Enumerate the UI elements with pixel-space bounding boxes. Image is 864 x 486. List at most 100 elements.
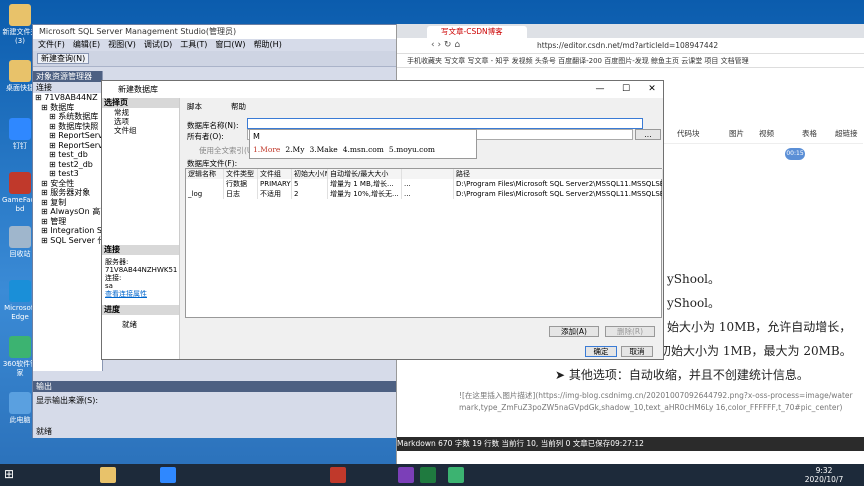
ime-candidate[interactable]: 3.Make (309, 145, 337, 154)
menu-item[interactable]: 编辑(E) (73, 39, 100, 51)
tree-node[interactable]: ⊞ 数据库 (33, 103, 102, 113)
column-header (402, 169, 454, 179)
ime-candidate[interactable]: 1.More (253, 145, 280, 154)
db-name-input[interactable] (247, 118, 643, 129)
output-title: 输出 (33, 381, 399, 392)
table-cell: 行数据 (224, 179, 258, 189)
app-icon (9, 60, 31, 82)
ssms-title: Microsoft SQL Server Management Studio(管… (33, 25, 399, 39)
table-cell: ... (402, 189, 454, 199)
ssms-taskbar-icon[interactable] (330, 467, 346, 483)
editor-tool[interactable]: 表格 (802, 128, 817, 139)
help-button[interactable]: 帮助 (231, 101, 246, 112)
explorer-taskbar-icon[interactable] (100, 467, 116, 483)
url-field[interactable]: https://editor.csdn.net/md?articleId=108… (537, 40, 797, 52)
page-item[interactable]: 常规 (102, 108, 179, 117)
table-cell: D:\Program Files\Microsoft SQL Server2\M… (454, 179, 663, 189)
add-button[interactable]: 添加(A) (549, 326, 599, 337)
tree-node[interactable]: ⊞ 服务器对象 (33, 188, 102, 198)
table-row[interactable]: _log 日志 不适用 2 增量为 10%,增长无...... D:\Program Fi… (186, 189, 663, 199)
tree-node[interactable]: ⊞ 复制 (33, 198, 102, 208)
browser-taskbar-icon[interactable] (448, 467, 464, 483)
table-cell: 5 (292, 179, 328, 189)
app-icon (9, 226, 31, 248)
tree-node[interactable]: ⊞ SQL Server 代理 (33, 236, 102, 246)
editor-tool[interactable]: 超链接 (835, 128, 858, 139)
markdown-source: ![在这里插入图片描述](https://img-blog.csdnimg.cn… (459, 391, 853, 412)
cancel-button[interactable]: 取消 (621, 346, 653, 357)
owner-browse-button[interactable]: ... (635, 129, 661, 140)
tree-node[interactable]: ⊞ test2_db (33, 160, 102, 170)
table-cell: PRIMARY (260, 179, 292, 189)
tree-node[interactable]: ⊞ ReportServerTempDB (33, 141, 102, 151)
clock-time: 9:32 (815, 466, 833, 475)
tree-node[interactable]: ⊞ ReportServer (33, 131, 102, 141)
column-header: 文件组 (258, 169, 292, 179)
ssms-status: 就绪 (33, 425, 399, 438)
ime-candidate[interactable]: 2.My (285, 145, 304, 154)
new-database-dialog: 新建数据库 — ☐ ✕ 选择页 常规 选项 文件组 连接 服务器: 71V8AB44… (101, 80, 664, 360)
maximize-button[interactable]: ☐ (613, 81, 639, 98)
app-icon (9, 392, 31, 414)
grid-header: 逻辑名称文件类型文件组初始大小(MB)自动增长/最大大小 路径 (186, 169, 663, 179)
table-cell: 增量为 10%,增长无... (328, 189, 402, 199)
column-header: 逻辑名称 (186, 169, 224, 179)
tree-node[interactable]: ⊞ AlwaysOn 高可用性 (33, 207, 102, 217)
tab-csdn[interactable]: 写文章-CSDN博客 (427, 26, 527, 38)
tree-node[interactable]: ⊞ 管理 (33, 217, 102, 227)
tree-node[interactable]: ⊞ test3 (33, 169, 102, 179)
back-icon[interactable]: ‹ › ↻ ⌂ (431, 40, 460, 50)
dialog-sidebar: 选择页 常规 选项 文件组 连接 服务器: 71V8AB44NZHWK51 连接: … (102, 98, 180, 359)
owner-label: 所有者(O): (187, 132, 224, 141)
tree-node[interactable]: ⊞ 系统数据库 (33, 112, 102, 122)
server-label: 服务器: (105, 258, 129, 266)
column-header: 自动增长/最大大小 (328, 169, 402, 179)
view-connection-link[interactable]: 查看连接属性 (105, 290, 176, 298)
files-grid: 逻辑名称文件类型文件组初始大小(MB)自动增长/最大大小 路径行数据PRIMARY… (185, 168, 663, 318)
ok-button[interactable]: 确定 (585, 346, 617, 357)
script-button[interactable]: 脚本 (187, 101, 202, 112)
editor-tool[interactable]: 视频 (759, 128, 774, 139)
connect-button[interactable]: 连接 (33, 82, 102, 93)
ime-candidates: 1.More 2.My 3.Make 4.msn.com 5.moyu.com (253, 145, 440, 154)
minimize-button[interactable]: — (587, 81, 613, 98)
dingtalk-taskbar-icon[interactable] (160, 467, 176, 483)
select-page-header: 选择页 (102, 98, 179, 108)
app-icon (9, 118, 31, 140)
tree-node[interactable]: ⊞ 安全性 (33, 179, 102, 189)
tree-node[interactable]: ⊞ test_db (33, 150, 102, 160)
menu-item[interactable]: 帮助(H) (254, 39, 282, 51)
vs-taskbar-icon[interactable] (398, 467, 414, 483)
menu-item[interactable]: 文件(F) (38, 39, 65, 51)
object-tree: ⊞ 71V8AB44NZ ⊞ 数据库 ⊞ 系统数据库 ⊞ 数据库快照 ⊞ ReportS… (33, 93, 102, 245)
table-row[interactable]: 行数据 PRIMARY 5 增量为 1 MB,增长...... D:\Program F… (186, 179, 663, 189)
tree-node[interactable]: ⊞ 71V8AB44NZ (33, 93, 102, 103)
table-cell: 2 (292, 189, 328, 199)
editor-tool[interactable]: 图片 (729, 128, 744, 139)
menu-item[interactable]: 视图(V) (108, 39, 136, 51)
menu-item[interactable]: 窗口(W) (215, 39, 245, 51)
page-item[interactable]: 选项 (102, 117, 179, 126)
app-icon (9, 4, 31, 26)
start-icon[interactable]: ⊞ (4, 467, 20, 483)
menu-item[interactable]: 工具(T) (180, 39, 207, 51)
close-button[interactable]: ✕ (639, 81, 665, 98)
tree-node[interactable]: ⊞ 数据库快照 (33, 122, 102, 132)
column-header: 文件类型 (224, 169, 258, 179)
new-query-button[interactable]: 新建查询(N) (37, 53, 90, 64)
remove-button[interactable]: 删除(R) (605, 326, 655, 337)
page-item[interactable]: 文件组 (102, 126, 179, 135)
ssms-menubar: 文件(F) 编辑(E) 视图(V) 调试(D) 工具(T) 窗口(W) 帮助(H) (33, 39, 399, 51)
ime-candidate[interactable]: 4.msn.com (343, 145, 384, 154)
menu-item[interactable]: 调试(D) (144, 39, 172, 51)
excel-taskbar-icon[interactable] (420, 467, 436, 483)
clock-date: 2020/10/7 (804, 475, 844, 484)
article-line: yShool。 (667, 296, 721, 310)
column-header: 初始大小(MB) (292, 169, 328, 179)
table-cell: 日志 (224, 189, 258, 199)
ime-candidate[interactable]: 5.moyu.com (389, 145, 435, 154)
fulltext-checkbox[interactable]: 使用全文索引(U) (199, 145, 255, 156)
ime-input: M (253, 132, 260, 141)
tree-node[interactable]: ⊞ Integration Services (33, 226, 102, 236)
editor-tool[interactable]: 代码块 (677, 128, 700, 139)
